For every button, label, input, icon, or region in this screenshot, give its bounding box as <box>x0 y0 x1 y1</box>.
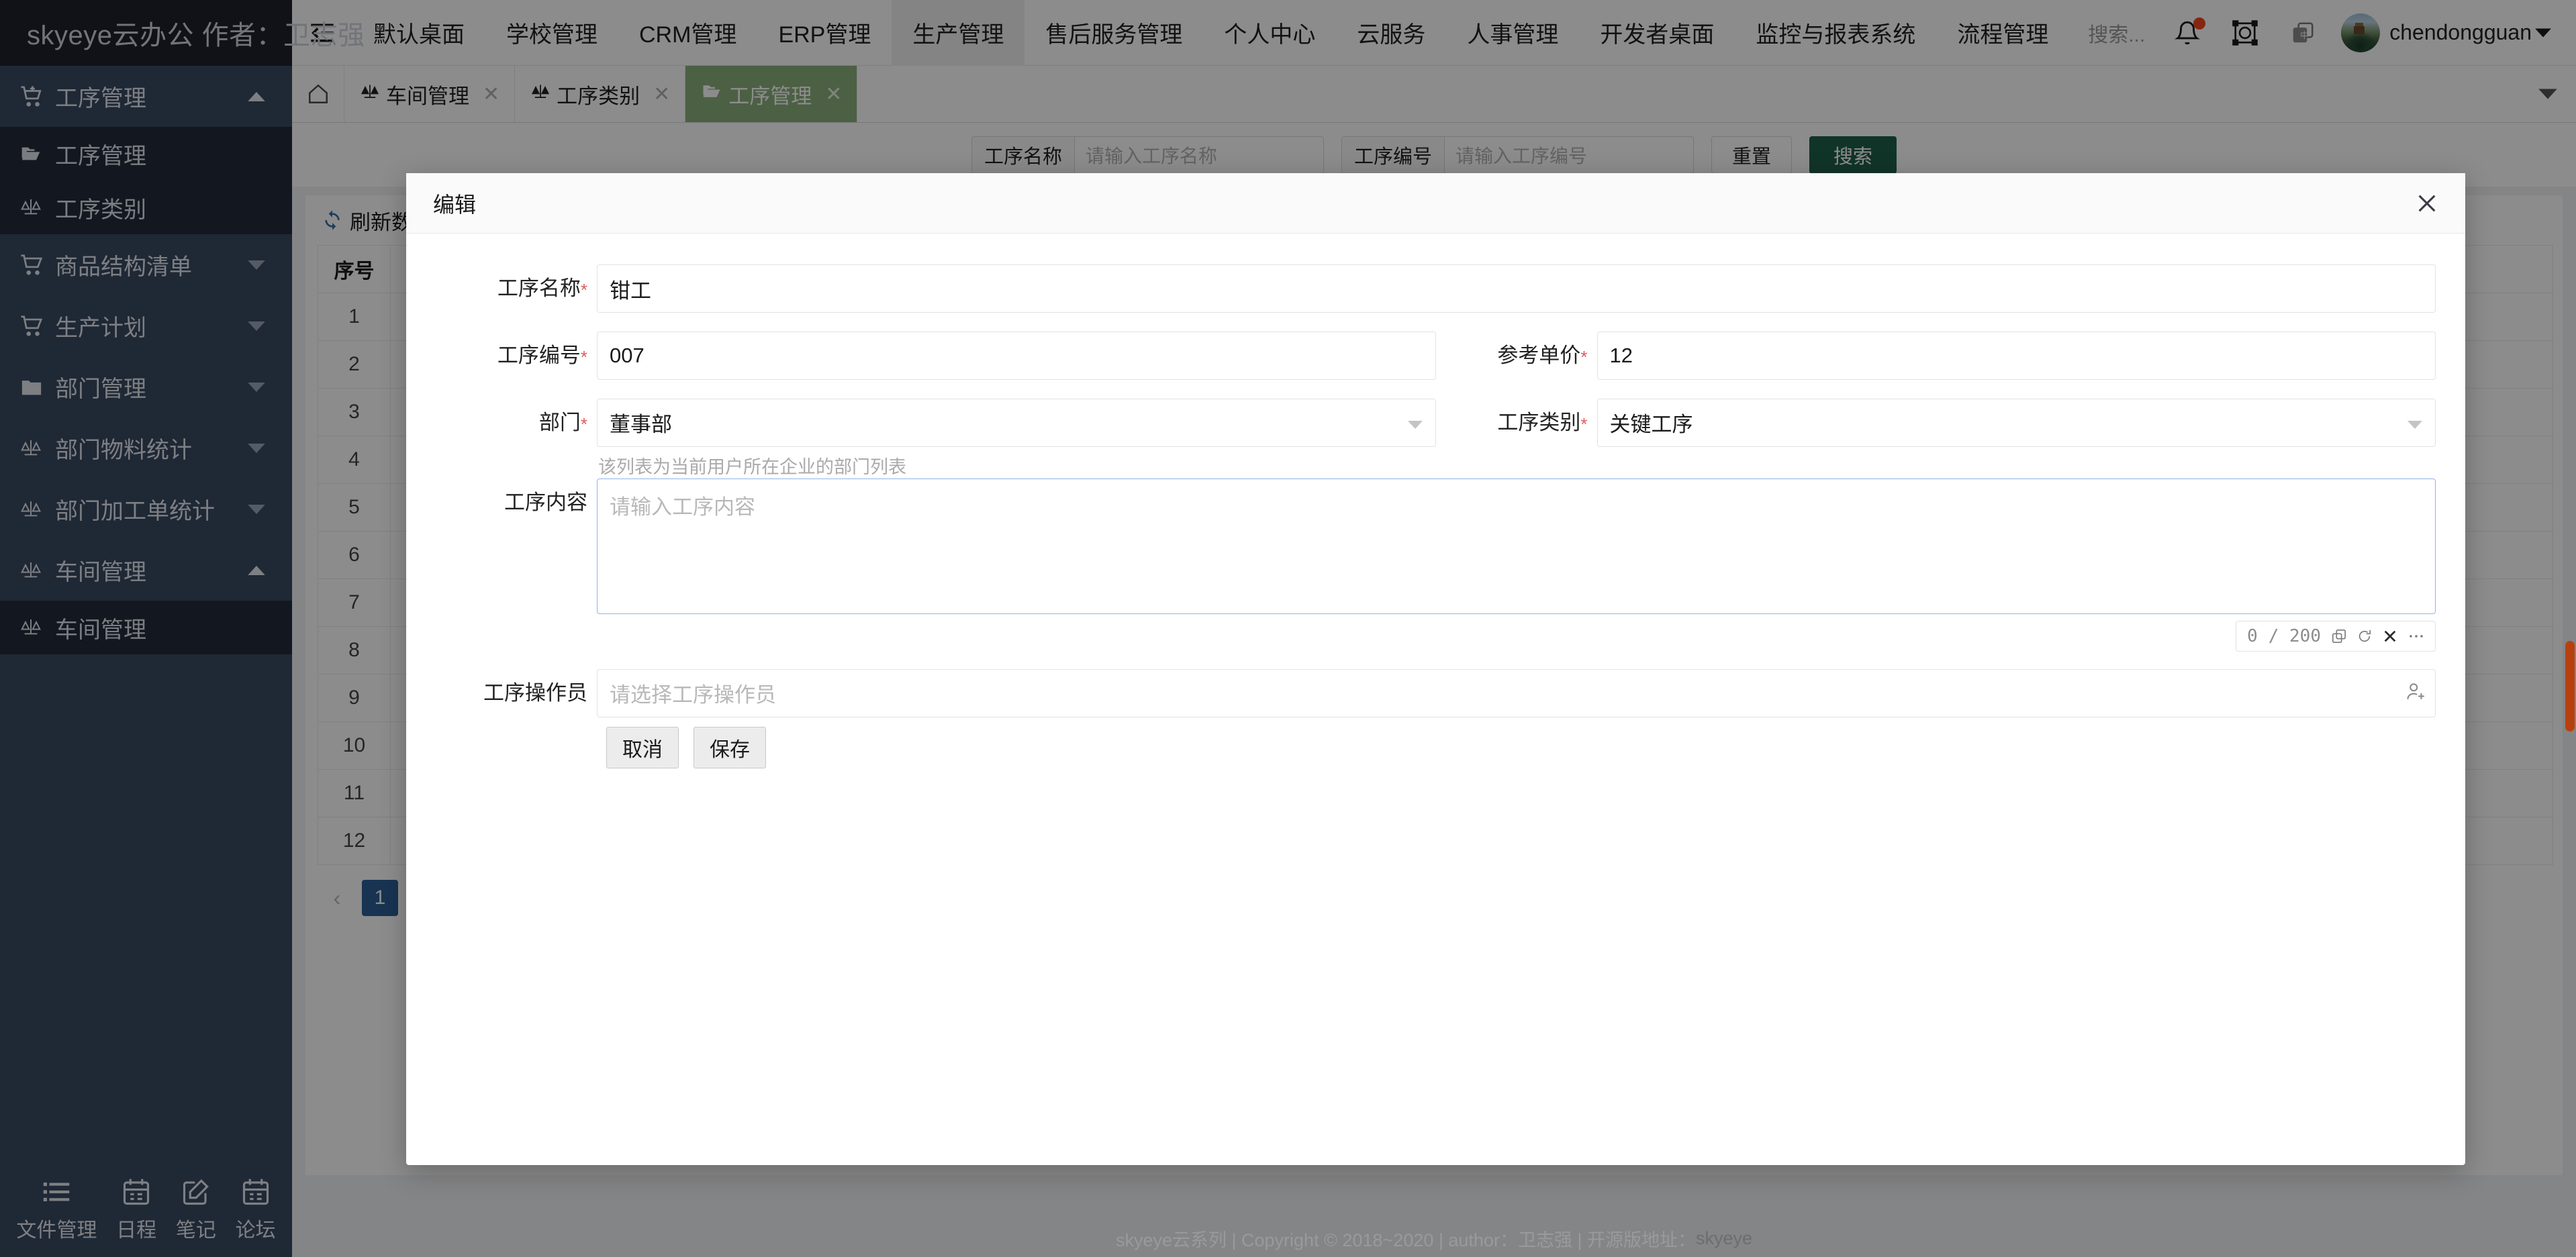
required-marker: * <box>1580 413 1588 434</box>
dialog-actions: 取消 保存 <box>436 726 2436 768</box>
label-price: 参考单价* <box>1497 343 1588 367</box>
save-button[interactable]: 保存 <box>694 726 766 768</box>
required-marker: * <box>580 413 587 434</box>
clear-icon[interactable] <box>2383 629 2397 644</box>
code-input[interactable]: 007 <box>597 331 1436 380</box>
copy-icon[interactable] <box>2332 629 2346 644</box>
textarea-footer: 0 / 200 <box>597 620 2436 652</box>
required-marker: * <box>580 279 587 300</box>
footer-text: skyeye云系列 | Copyright © 2018~2020 | auth… <box>1115 1229 1696 1250</box>
page-footer: skyeye云系列 | Copyright © 2018~2020 | auth… <box>292 1219 2576 1257</box>
dialog-header: 编辑 <box>406 173 2465 234</box>
refresh-icon[interactable] <box>2357 629 2372 644</box>
required-marker: * <box>580 346 587 367</box>
close-icon[interactable] <box>2416 192 2438 215</box>
dept-select[interactable]: 董事部 <box>597 398 1436 447</box>
operator-input[interactable]: 请选择工序操作员 <box>597 668 2436 717</box>
form-item-category: 工序类别* 关键工序 <box>1436 398 2436 479</box>
more-icon[interactable] <box>2408 633 2424 640</box>
form-item-dept: 部门* 董事部 该列表为当前用户所在企业的部门列表 <box>436 398 1436 479</box>
category-select-value: 关键工序 <box>1609 413 1693 437</box>
content-textarea[interactable]: 请输入工序内容 <box>597 478 2436 614</box>
label-operator: 工序操作员 <box>483 681 587 705</box>
price-input[interactable]: 12 <box>1596 331 2436 380</box>
form-row-code-price: 工序编号* 007 参考单价* 12 <box>436 331 2436 399</box>
label-content: 工序内容 <box>504 490 587 514</box>
user-add-icon[interactable] <box>2406 682 2426 704</box>
label-code: 工序编号* <box>497 343 587 367</box>
form-item-operator: 工序操作员 请选择工序操作员 <box>436 668 2436 717</box>
required-marker: * <box>1580 346 1588 367</box>
form-item-code: 工序编号* 007 <box>436 331 1436 381</box>
form-item-price: 参考单价* 12 <box>1436 331 2436 381</box>
dept-select-value: 董事部 <box>610 413 672 437</box>
dept-hint: 该列表为当前用户所在企业的部门列表 <box>598 456 906 477</box>
cancel-button[interactable]: 取消 <box>606 726 679 768</box>
category-select[interactable]: 关键工序 <box>1596 398 2436 447</box>
character-counter: 0 / 200 <box>2236 620 2436 652</box>
form-item-content: 工序内容 请输入工序内容 0 / 200 <box>436 478 2436 652</box>
dialog-body: 工序名称* 钳工 工序编号* 007 参考单价* 12 部门* 董事部 该列表为… <box>406 234 2465 1165</box>
dialog-title: 编辑 <box>433 192 477 217</box>
label-name: 工序名称* <box>497 276 587 300</box>
name-input[interactable]: 钳工 <box>597 264 2436 313</box>
label-dept: 部门* <box>538 410 587 434</box>
edit-dialog: 编辑 工序名称* 钳工 工序编号* 007 参考单价* 12 部门* 董事部 该… <box>406 173 2465 1165</box>
label-category: 工序类别* <box>1497 410 1588 434</box>
counter-max: / 200 <box>2268 625 2321 646</box>
chevron-down-icon <box>1407 411 1423 435</box>
footer-link[interactable]: skyeye <box>1696 1228 1752 1249</box>
page-scrollbar-thumb[interactable] <box>2565 641 2575 732</box>
form-item-name: 工序名称* 钳工 <box>436 264 2436 314</box>
counter-count: 0 <box>2247 625 2258 646</box>
chevron-down-icon <box>2407 411 2423 435</box>
